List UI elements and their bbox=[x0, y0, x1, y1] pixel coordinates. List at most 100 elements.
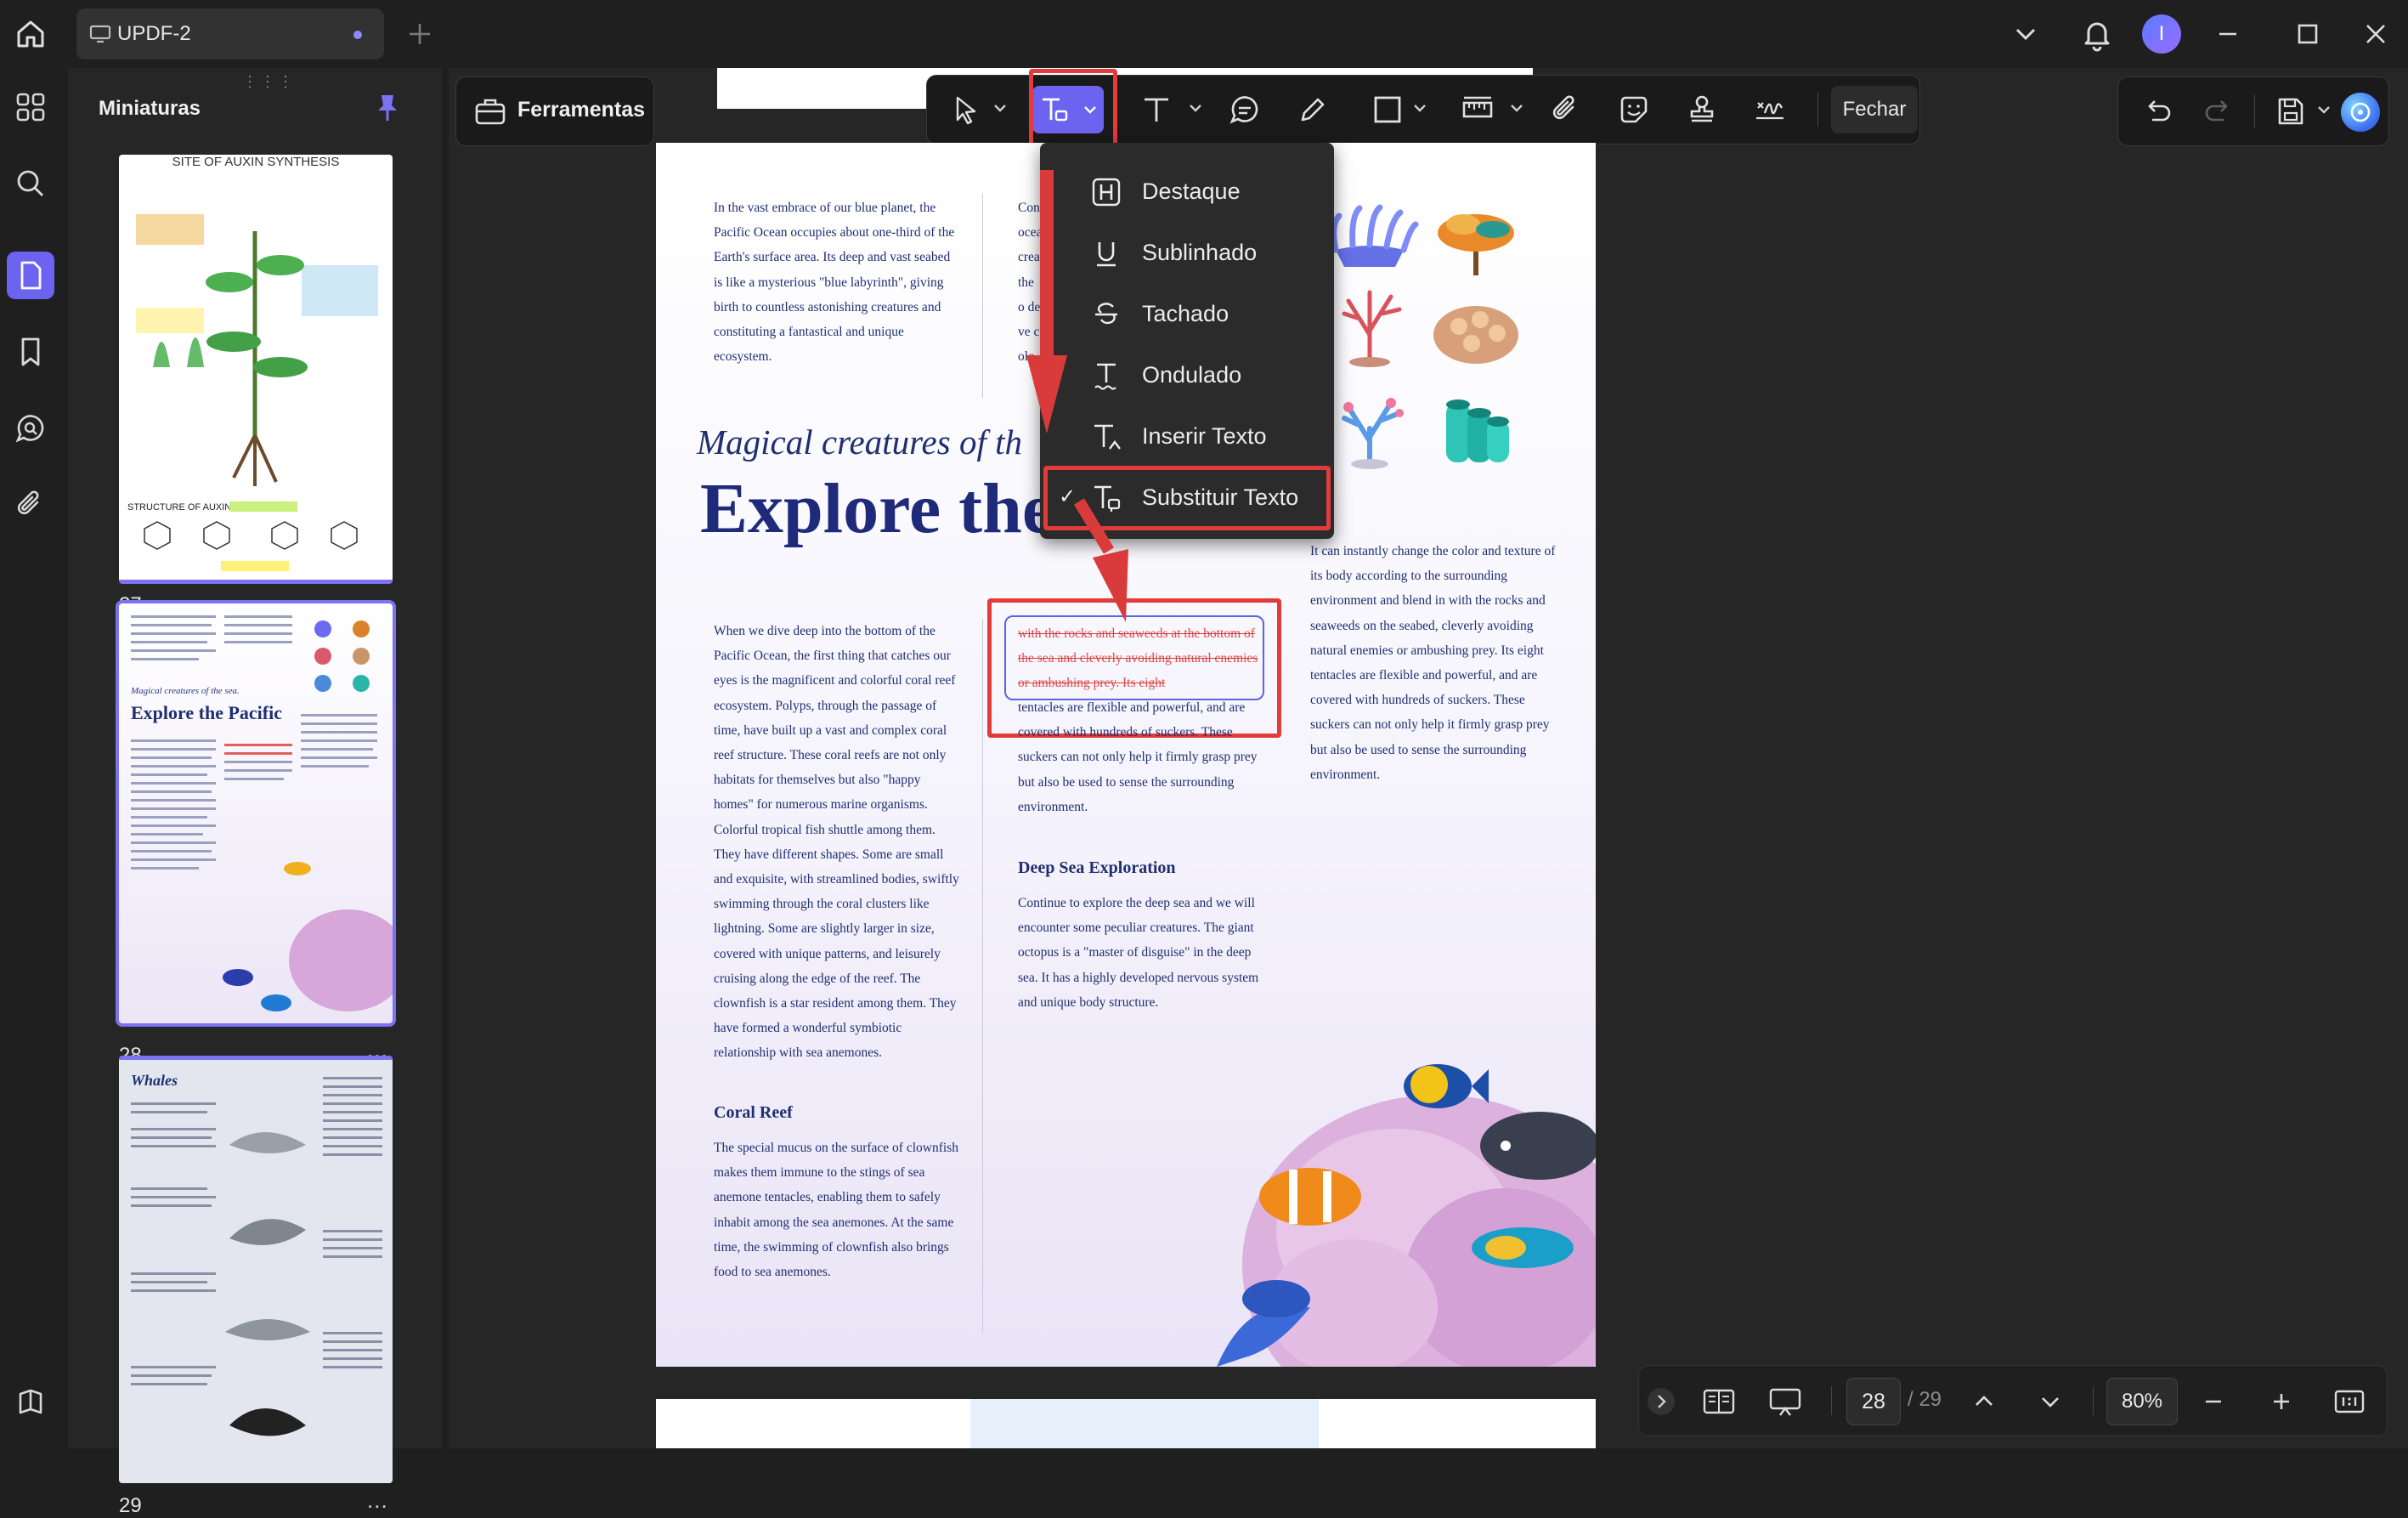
page-29-more-button[interactable]: ... bbox=[367, 1487, 388, 1514]
comment-tool[interactable] bbox=[1223, 88, 1267, 132]
left-rail bbox=[0, 68, 61, 1448]
avatar-initial: I bbox=[2158, 22, 2165, 45]
avatar[interactable]: I bbox=[2142, 14, 2181, 54]
camouflage-paragraph: It can instantly change the color and te… bbox=[1310, 544, 1556, 782]
sticker-tool[interactable] bbox=[1612, 88, 1656, 132]
intro-paragraph: In the vast embrace of our blue planet, … bbox=[714, 201, 955, 365]
page-thumbnail-27[interactable]: SITE OF AUXIN SYNTHESIS STRUCTURE OF AUX… bbox=[119, 155, 393, 584]
redo-button[interactable] bbox=[2196, 89, 2241, 133]
new-tab-button[interactable] bbox=[401, 15, 438, 53]
ai-assistant-icon[interactable] bbox=[2341, 93, 2380, 132]
save-button[interactable] bbox=[2268, 89, 2312, 133]
attachment-icon[interactable] bbox=[7, 481, 54, 529]
thumbnails-grid-icon[interactable] bbox=[7, 83, 54, 131]
signature-tool[interactable] bbox=[1748, 88, 1792, 132]
arrow-down-icon bbox=[1026, 170, 1067, 433]
page-total: / 29 bbox=[1908, 1388, 1942, 1411]
column-divider bbox=[982, 619, 983, 1333]
close-toolbar-button[interactable]: Fechar bbox=[1831, 86, 1918, 133]
next-page-button[interactable] bbox=[2032, 1383, 2069, 1420]
toolbox-icon bbox=[473, 94, 507, 128]
brain-coral bbox=[1433, 306, 1518, 364]
next-page-strip bbox=[656, 1399, 1596, 1448]
comment-search-icon[interactable] bbox=[7, 405, 54, 452]
layers-icon[interactable] bbox=[7, 1379, 54, 1426]
maximize-button[interactable] bbox=[2289, 15, 2326, 53]
presentation-icon[interactable] bbox=[1766, 1383, 1804, 1420]
toolbar-divider bbox=[1817, 93, 1818, 127]
home-icon[interactable] bbox=[10, 14, 51, 54]
column-divider bbox=[982, 194, 983, 398]
bookmark-icon[interactable] bbox=[7, 328, 54, 376]
deep-sea-heading: Deep Sea Exploration bbox=[1018, 858, 1176, 877]
select-tool[interactable] bbox=[944, 88, 988, 132]
chevron-down-icon[interactable] bbox=[1508, 99, 1525, 116]
coral-reef-heading: Coral Reef bbox=[714, 1103, 793, 1122]
page-number-input[interactable]: 28 bbox=[1846, 1378, 1901, 1425]
orange-coral bbox=[1438, 214, 1514, 275]
zoom-out-button[interactable] bbox=[2195, 1383, 2232, 1420]
svg-text:STRUCTURE OF AUXIN: STRUCTURE OF AUXIN bbox=[127, 502, 231, 513]
teal-tube-coral bbox=[1446, 399, 1509, 462]
coral-reef-paragraph: The special mucus on the surface of clow… bbox=[714, 1141, 958, 1280]
stamp-tool[interactable] bbox=[1680, 88, 1724, 132]
measure-tool[interactable] bbox=[1456, 88, 1500, 132]
previous-page-button[interactable] bbox=[1965, 1383, 2003, 1420]
bottom-navigation-bar: 28 / 29 80% bbox=[1638, 1365, 2388, 1436]
undo-button[interactable] bbox=[2135, 89, 2179, 133]
shape-tool[interactable] bbox=[1365, 88, 1410, 132]
pages-icon[interactable] bbox=[7, 252, 54, 299]
tab-title: UPDF-2 bbox=[117, 22, 191, 45]
text-tool[interactable] bbox=[1134, 88, 1179, 132]
coral-reef-illustration bbox=[1217, 1064, 1596, 1367]
search-icon[interactable] bbox=[7, 160, 54, 207]
clownfish bbox=[1259, 1168, 1361, 1226]
divider bbox=[2093, 1386, 2094, 1415]
active-tool-highlight-frame bbox=[1029, 69, 1117, 150]
page-thumbnail-28[interactable]: Explore the Pacific Magical creatures of… bbox=[116, 600, 396, 1027]
blue-pink-coral bbox=[1342, 398, 1404, 469]
zoom-level-select[interactable]: 80% bbox=[2106, 1378, 2178, 1425]
chevron-down-icon[interactable] bbox=[2315, 101, 2332, 118]
close-label: Fechar bbox=[1842, 98, 1907, 121]
reading-mode-icon[interactable] bbox=[1700, 1383, 1738, 1420]
pointer-arrows bbox=[1026, 170, 1128, 622]
divider bbox=[1831, 1386, 1832, 1415]
unsaved-dot bbox=[353, 31, 362, 39]
thumbnail-sidebar: ⋮⋮⋮ Miniaturas SITE OF AUXIN SYNTHESIS S… bbox=[68, 68, 442, 1517]
red-branch-coral bbox=[1342, 290, 1402, 367]
chevron-down-icon[interactable] bbox=[1411, 99, 1428, 116]
chevron-down-icon[interactable] bbox=[2007, 15, 2044, 53]
chevron-down-icon[interactable] bbox=[1187, 99, 1204, 116]
pufferfish bbox=[1480, 1112, 1596, 1180]
pencil-tool[interactable] bbox=[1291, 88, 1335, 132]
zoom-in-button[interactable] bbox=[2263, 1383, 2300, 1420]
arrow-diagonal-icon bbox=[1074, 498, 1128, 622]
page-thumbnail-29[interactable]: Whales bbox=[119, 1056, 393, 1483]
chevron-down-icon[interactable] bbox=[992, 99, 1009, 116]
pin-icon[interactable] bbox=[370, 90, 404, 124]
page-number-29: 29 bbox=[119, 1494, 142, 1517]
monitor-icon bbox=[88, 22, 112, 46]
minimize-button[interactable] bbox=[2209, 15, 2247, 53]
parrot-fish bbox=[1472, 1227, 1574, 1268]
toolbar-divider bbox=[2254, 94, 2255, 128]
annotation-toolbar: Fechar bbox=[926, 69, 1920, 150]
sidebar-title: Miniaturas bbox=[99, 97, 201, 120]
tools-button[interactable]: Ferramentas bbox=[455, 76, 654, 146]
document-tab[interactable]: UPDF-2 bbox=[76, 8, 384, 59]
bell-icon[interactable] bbox=[2077, 14, 2117, 54]
blue-anemone bbox=[1331, 204, 1419, 267]
attachment-tool[interactable] bbox=[1544, 88, 1588, 132]
actual-size-button[interactable] bbox=[2331, 1383, 2368, 1420]
collapse-arrow-button[interactable] bbox=[1648, 1388, 1675, 1415]
tools-label: Ferramentas bbox=[517, 98, 646, 122]
title-bar: UPDF-2 I bbox=[0, 0, 2408, 68]
svg-text:Magical creatures of the sea.: Magical creatures of the sea. bbox=[130, 686, 240, 696]
coral-illustrations bbox=[1331, 204, 1518, 469]
close-window-button[interactable] bbox=[2357, 15, 2394, 53]
octopus-paragraph: tentacles are flexible and powerful, and… bbox=[1018, 700, 1258, 814]
page-subtitle: Magical creatures of th bbox=[697, 422, 1022, 462]
panel-drag-handle[interactable]: ⋮⋮⋮ bbox=[242, 73, 296, 91]
coral-ecosystem-paragraph: When we dive deep into the bottom of the… bbox=[714, 624, 959, 1061]
